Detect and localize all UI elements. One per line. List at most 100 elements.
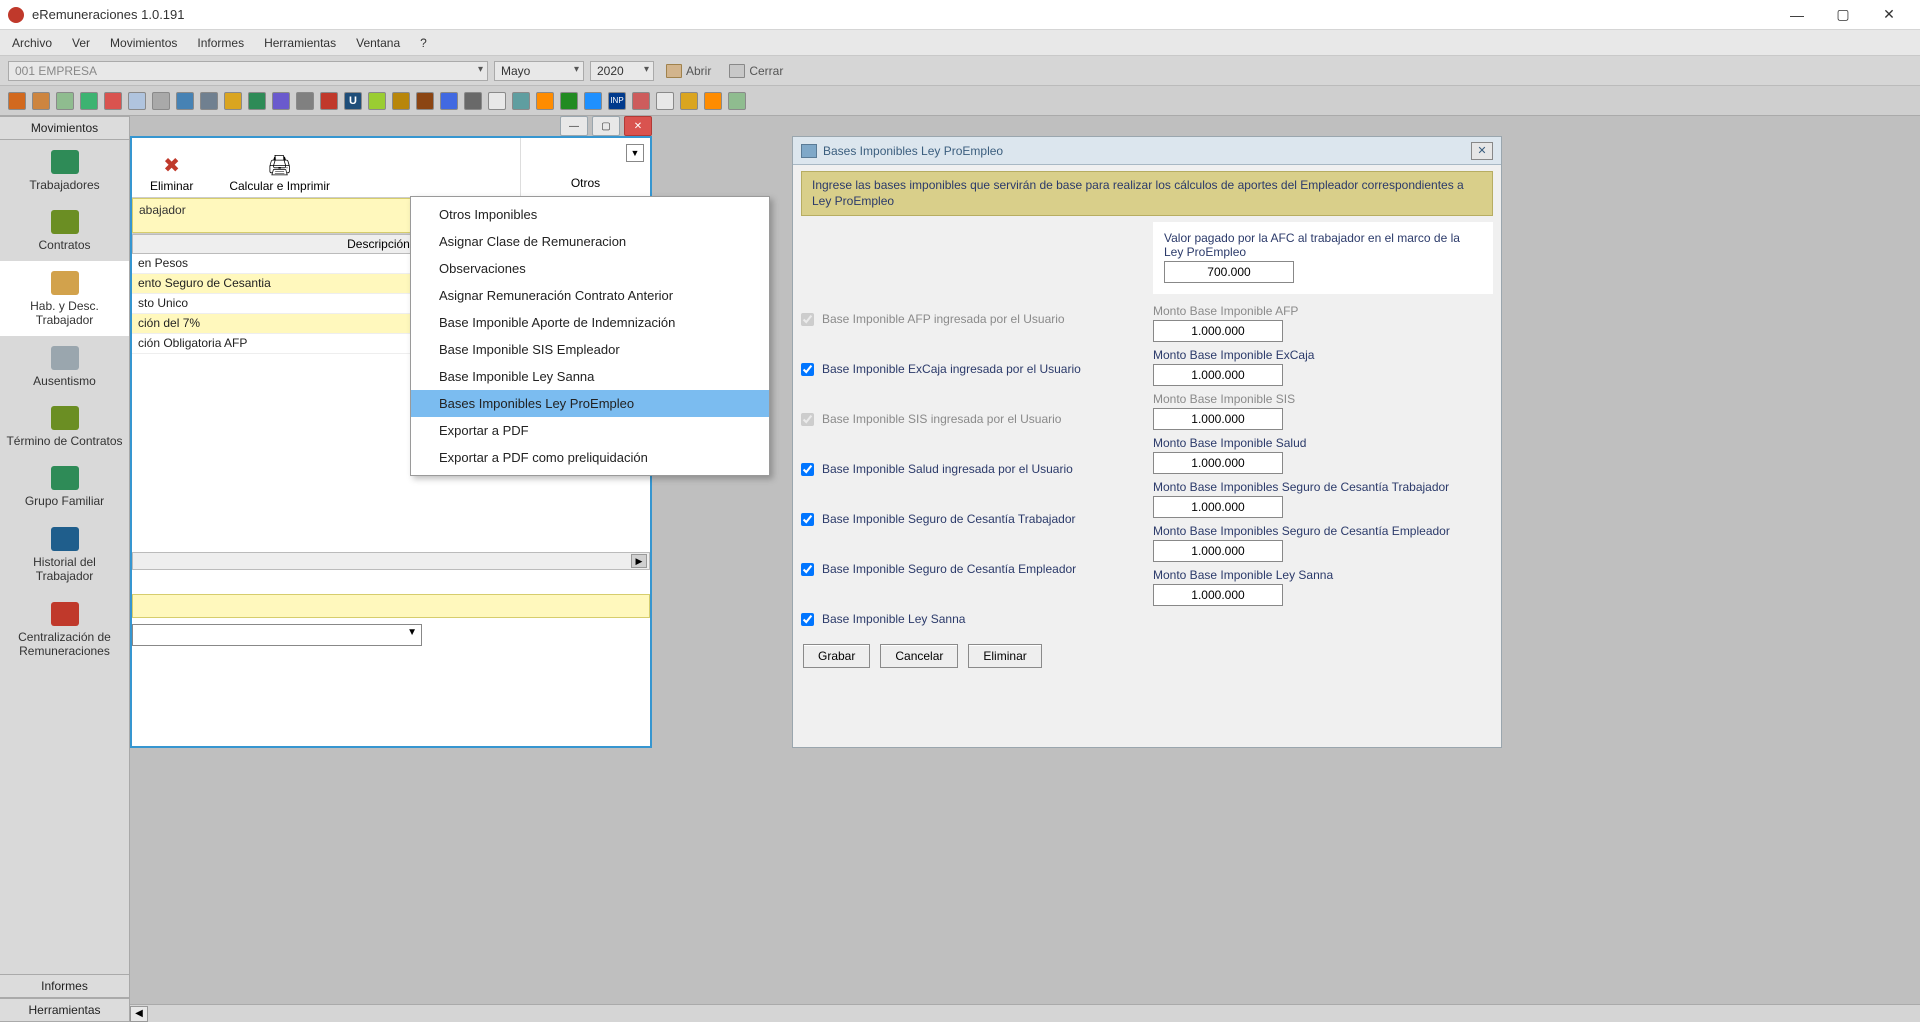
toolbar-icon-24[interactable]: [560, 92, 578, 110]
check-5[interactable]: Base Imponible Seguro de Cesantía Emplea…: [801, 562, 1141, 576]
win1-close[interactable]: ✕: [624, 116, 652, 136]
menu-item-5[interactable]: Base Imponible SIS Empleador: [411, 336, 769, 363]
field-value-4[interactable]: 1.000.000: [1153, 496, 1283, 518]
company-combo[interactable]: 001 EMPRESA: [8, 61, 488, 81]
delete-button-2[interactable]: Eliminar: [968, 644, 1041, 668]
toolbar-icon-5[interactable]: [104, 92, 122, 110]
close-company-button[interactable]: Cerrar: [723, 62, 789, 80]
afc-value-input[interactable]: 700.000: [1164, 261, 1294, 283]
toolbar-icon-inp[interactable]: INP: [608, 92, 626, 110]
bottom-combo[interactable]: [132, 624, 422, 646]
field-value-6[interactable]: 1.000.000: [1153, 584, 1283, 606]
menu-item-6[interactable]: Base Imponible Ley Sanna: [411, 363, 769, 390]
menu-item-9[interactable]: Exportar a PDF como preliquidación: [411, 444, 769, 471]
sidebar-footer-herramientas[interactable]: Herramientas: [0, 998, 129, 1022]
sidebar-item-6[interactable]: Historial del Trabajador: [0, 517, 129, 592]
checkbox-4[interactable]: [801, 513, 814, 526]
toolbar-icon-19[interactable]: [440, 92, 458, 110]
menu-help[interactable]: ?: [416, 34, 431, 52]
year-combo[interactable]: 2020: [590, 61, 654, 81]
sidebar-item-5[interactable]: Grupo Familiar: [0, 456, 129, 516]
menu-item-7[interactable]: Bases Imponibles Ley ProEmpleo: [411, 390, 769, 417]
checkbox-3[interactable]: [801, 463, 814, 476]
sidebar-item-1[interactable]: Contratos: [0, 200, 129, 260]
toolbar-icon-6[interactable]: [128, 92, 146, 110]
maximize-button[interactable]: ▢: [1820, 0, 1866, 30]
toolbar-icon-23[interactable]: [536, 92, 554, 110]
sidebar-footer-informes[interactable]: Informes: [0, 974, 129, 998]
toolbar-icon-17[interactable]: [392, 92, 410, 110]
menu-movimientos[interactable]: Movimientos: [106, 34, 181, 52]
check-3[interactable]: Base Imponible Salud ingresada por el Us…: [801, 462, 1141, 476]
menu-item-2[interactable]: Observaciones: [411, 255, 769, 282]
menu-ventana[interactable]: Ventana: [352, 34, 404, 52]
calc-print-button[interactable]: Calcular e Imprimir: [211, 138, 348, 197]
toolbar-icon-3[interactable]: [56, 92, 74, 110]
toolbar-icon-28[interactable]: [656, 92, 674, 110]
win2-close-button[interactable]: ✕: [1471, 142, 1493, 160]
menu-item-8[interactable]: Exportar a PDF: [411, 417, 769, 444]
check-1[interactable]: Base Imponible ExCaja ingresada por el U…: [801, 362, 1141, 376]
toolbar-icon-11[interactable]: [248, 92, 266, 110]
otros-dropdown[interactable]: ▼ Otros: [520, 138, 650, 197]
win1-h-scroll[interactable]: ▶: [132, 552, 650, 570]
sidebar-item-3[interactable]: Ausentismo: [0, 336, 129, 396]
field-value-3[interactable]: 1.000.000: [1153, 452, 1283, 474]
toolbar-icon-29[interactable]: [680, 92, 698, 110]
toolbar-icon-22[interactable]: [512, 92, 530, 110]
menu-item-0[interactable]: Otros Imponibles: [411, 201, 769, 228]
scroll-left-arrow[interactable]: ◀: [130, 1006, 148, 1022]
toolbar-icon-27[interactable]: [632, 92, 650, 110]
scroll-right-arrow[interactable]: ▶: [631, 554, 647, 568]
toolbar-icon-9[interactable]: [200, 92, 218, 110]
sidebar-item-2[interactable]: Hab. y Desc. Trabajador: [0, 261, 129, 336]
month-combo[interactable]: Mayo: [494, 61, 584, 81]
field-value-1[interactable]: 1.000.000: [1153, 364, 1283, 386]
check-6[interactable]: Base Imponible Ley Sanna: [801, 612, 1141, 626]
toolbar-icon-7[interactable]: [152, 92, 170, 110]
menu-herramientas[interactable]: Herramientas: [260, 34, 340, 52]
cancel-button[interactable]: Cancelar: [880, 644, 958, 668]
toolbar-icon-8[interactable]: [176, 92, 194, 110]
toolbar-icon-4[interactable]: [80, 92, 98, 110]
toolbar-icon-21[interactable]: [488, 92, 506, 110]
toolbar-icon-12[interactable]: [272, 92, 290, 110]
minimize-button[interactable]: —: [1774, 0, 1820, 30]
field-value-5[interactable]: 1.000.000: [1153, 540, 1283, 562]
sidebar-item-4[interactable]: Término de Contratos: [0, 396, 129, 456]
check-4[interactable]: Base Imponible Seguro de Cesantía Trabaj…: [801, 512, 1141, 526]
delete-button[interactable]: Eliminar: [132, 138, 211, 197]
checkbox-1[interactable]: [801, 363, 814, 376]
toolbar-icon-18[interactable]: [416, 92, 434, 110]
menu-archivo[interactable]: Archivo: [8, 34, 56, 52]
toolbar-icon-u[interactable]: U: [344, 92, 362, 110]
save-button[interactable]: Grabar: [803, 644, 870, 668]
toolbar-icon-31[interactable]: [728, 92, 746, 110]
sidebar-icon-7: [51, 602, 79, 626]
bottom-yellow-field[interactable]: [132, 594, 650, 618]
menu-item-1[interactable]: Asignar Clase de Remuneracion: [411, 228, 769, 255]
toolbar-icon-13[interactable]: [296, 92, 314, 110]
win1-minimize[interactable]: —: [560, 116, 588, 136]
checkbox-5[interactable]: [801, 563, 814, 576]
sidebar-item-0[interactable]: Trabajadores: [0, 140, 129, 200]
menu-item-3[interactable]: Asignar Remuneración Contrato Anterior: [411, 282, 769, 309]
workspace-h-scroll[interactable]: ◀: [130, 1004, 1920, 1022]
sidebar-item-7[interactable]: Centralización de Remuneraciones: [0, 592, 129, 667]
menu-informes[interactable]: Informes: [193, 34, 248, 52]
menu-item-4[interactable]: Base Imponible Aporte de Indemnización: [411, 309, 769, 336]
toolbar-icon-30[interactable]: [704, 92, 722, 110]
sidebar-header[interactable]: Movimientos: [0, 116, 129, 140]
toolbar-icon-16[interactable]: [368, 92, 386, 110]
toolbar-icon-25[interactable]: [584, 92, 602, 110]
toolbar-icon-10[interactable]: [224, 92, 242, 110]
menu-ver[interactable]: Ver: [68, 34, 94, 52]
checkbox-6[interactable]: [801, 613, 814, 626]
toolbar-icon-2[interactable]: [32, 92, 50, 110]
toolbar-icon-20[interactable]: [464, 92, 482, 110]
open-button[interactable]: Abrir: [660, 62, 717, 80]
toolbar-icon-14[interactable]: [320, 92, 338, 110]
toolbar-icon-1[interactable]: [8, 92, 26, 110]
close-button[interactable]: ✕: [1866, 0, 1912, 30]
win1-maximize[interactable]: ▢: [592, 116, 620, 136]
